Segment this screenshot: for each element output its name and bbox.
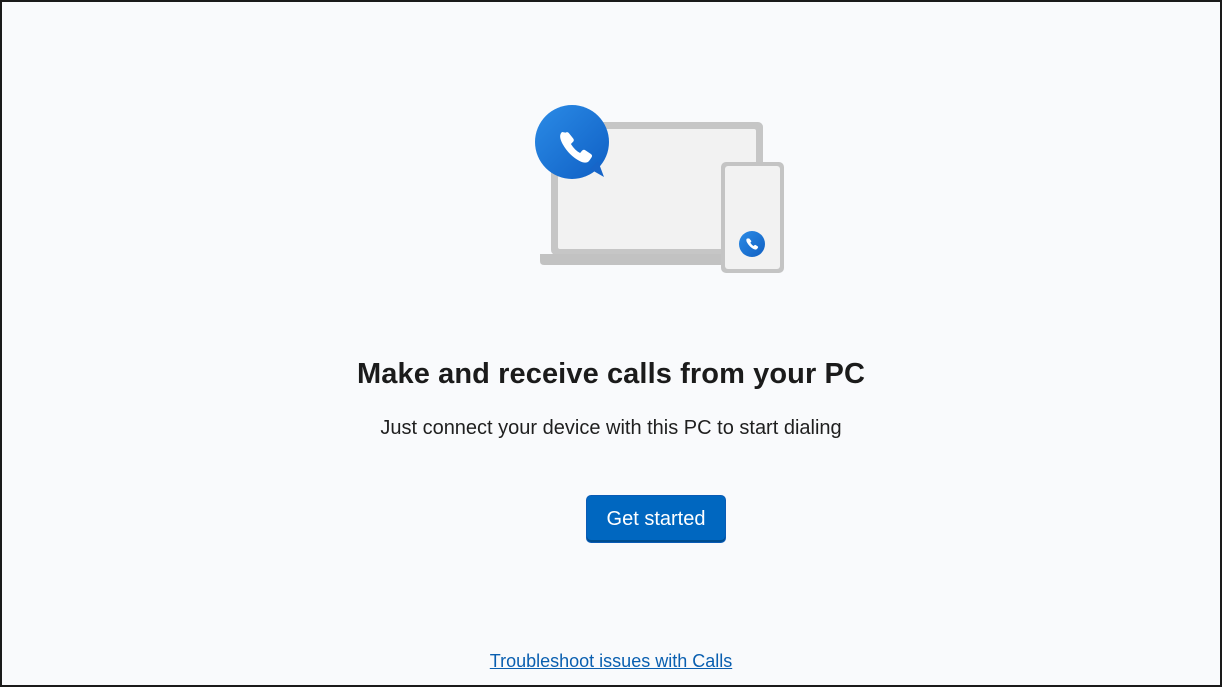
page-title: Make and receive calls from your PC bbox=[357, 358, 865, 390]
page-subtitle: Just connect your device with this PC to… bbox=[380, 417, 842, 439]
troubleshoot-link[interactable]: Troubleshoot issues with Calls bbox=[490, 651, 732, 671]
calls-empty-state-page: Make and receive calls from your PC Just… bbox=[0, 0, 1222, 687]
troubleshoot-link-container: Troubleshoot issues with Calls bbox=[2, 651, 1220, 672]
laptop-phone-call-icon bbox=[535, 105, 784, 273]
call-bubble-icon bbox=[535, 105, 609, 179]
get-started-button[interactable]: Get started bbox=[586, 495, 726, 543]
phone-icon bbox=[721, 162, 784, 273]
